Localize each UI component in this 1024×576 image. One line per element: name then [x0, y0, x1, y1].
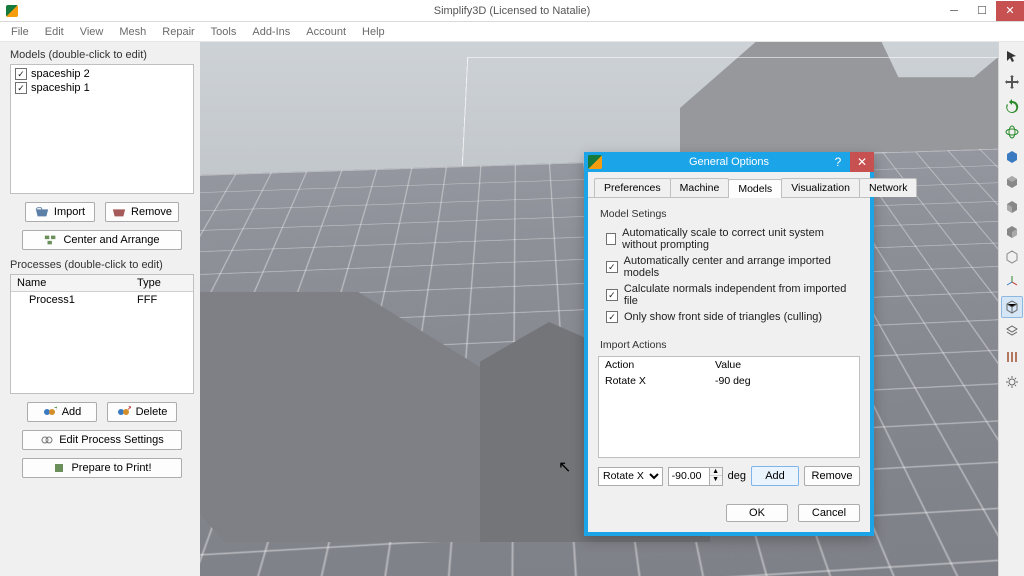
cancel-button[interactable]: Cancel: [798, 504, 860, 522]
unit-label: deg: [728, 470, 746, 482]
col-name[interactable]: Name: [11, 275, 131, 292]
view-cube-iso[interactable]: [1001, 246, 1023, 268]
import-icon: [35, 206, 49, 218]
support-tool[interactable]: [1001, 346, 1023, 368]
orbit-tool[interactable]: [1001, 121, 1023, 143]
gear-icon: [40, 434, 54, 446]
add-action-button[interactable]: Add: [751, 466, 799, 486]
axis-tool[interactable]: [1001, 271, 1023, 293]
opt-normals[interactable]: Calculate normals independent from impor…: [598, 281, 860, 309]
menu-tools[interactable]: Tools: [204, 24, 244, 40]
import-actions-group: Import Actions: [600, 339, 860, 351]
tab-network[interactable]: Network: [859, 178, 918, 197]
tab-machine[interactable]: Machine: [670, 178, 730, 197]
settings-tool[interactable]: [1001, 371, 1023, 393]
remove-icon: [112, 206, 126, 218]
spin-down-icon[interactable]: ▼: [710, 476, 722, 485]
models-list[interactable]: spaceship 2 spaceship 1: [10, 64, 194, 194]
col-action: Action: [599, 357, 709, 373]
dialog-title: General Options: [584, 156, 874, 168]
delete-icon: ×: [117, 406, 131, 418]
processes-heading: Processes (double-click to edit): [10, 259, 194, 271]
menu-view[interactable]: View: [73, 24, 111, 40]
action-select[interactable]: Rotate X: [598, 467, 663, 486]
menu-account[interactable]: Account: [299, 24, 353, 40]
model-item[interactable]: spaceship 2: [13, 67, 191, 81]
remove-button[interactable]: Remove: [105, 202, 179, 222]
checkbox-icon[interactable]: [15, 82, 27, 94]
left-sidebar: Models (double-click to edit) spaceship …: [0, 42, 200, 576]
tab-visualization[interactable]: Visualization: [781, 178, 860, 197]
menu-bar: File Edit View Mesh Repair Tools Add-Ins…: [0, 22, 1024, 42]
edit-process-button[interactable]: Edit Process Settings: [22, 430, 182, 450]
models-panel: Models (double-click to edit) spaceship …: [10, 48, 194, 250]
viewport-3d[interactable]: General Options ? ✕ Preferences Machine …: [200, 42, 998, 576]
import-actions-table[interactable]: Action Value Rotate X -90 deg: [598, 356, 860, 458]
menu-help[interactable]: Help: [355, 24, 392, 40]
processes-table[interactable]: Name Type Process1 FFF: [10, 274, 194, 394]
model-item[interactable]: spaceship 1: [13, 81, 191, 95]
import-button[interactable]: Import: [25, 202, 95, 222]
section-tool[interactable]: [1001, 321, 1023, 343]
checkbox-icon[interactable]: [606, 311, 618, 323]
model-settings-group: Model Setings: [600, 208, 860, 220]
spin-up-icon[interactable]: ▲: [710, 468, 722, 477]
tab-models[interactable]: Models: [728, 179, 782, 198]
view-cube-side[interactable]: [1001, 221, 1023, 243]
view-cube-top[interactable]: [1001, 196, 1023, 218]
select-tool[interactable]: [1001, 46, 1023, 68]
action-value-spinner[interactable]: ▲▼: [668, 467, 723, 486]
opt-autoscale[interactable]: Automatically scale to correct unit syst…: [598, 225, 860, 253]
col-type[interactable]: Type: [131, 275, 193, 292]
window-title: Simplify3D (Licensed to Natalie): [0, 5, 1024, 17]
menu-edit[interactable]: Edit: [38, 24, 71, 40]
models-heading: Models (double-click to edit): [10, 49, 194, 61]
action-value-input[interactable]: [668, 467, 710, 486]
menu-addins[interactable]: Add-Ins: [245, 24, 297, 40]
general-options-dialog: General Options ? ✕ Preferences Machine …: [584, 152, 874, 536]
process-row[interactable]: Process1 FFF: [11, 292, 193, 309]
checkbox-icon[interactable]: [606, 233, 616, 245]
checkbox-icon[interactable]: [606, 261, 618, 273]
processes-panel: Processes (double-click to edit) Name Ty…: [10, 258, 194, 478]
opt-culling[interactable]: Only show front side of triangles (culli…: [598, 309, 860, 325]
minimize-button[interactable]: ─: [940, 1, 968, 21]
print-icon: [52, 462, 66, 474]
prepare-print-button[interactable]: Prepare to Print!: [22, 458, 182, 478]
remove-action-button[interactable]: Remove: [804, 466, 860, 486]
delete-process-button[interactable]: × Delete: [107, 402, 177, 422]
model-label: spaceship 2: [31, 68, 90, 80]
view-cube-front[interactable]: [1001, 171, 1023, 193]
dialog-titlebar[interactable]: General Options ? ✕: [584, 152, 874, 172]
model-label: spaceship 1: [31, 82, 90, 94]
wireframe-tool[interactable]: [1001, 296, 1023, 318]
menu-mesh[interactable]: Mesh: [112, 24, 153, 40]
opt-autocenter[interactable]: Automatically center and arrange importe…: [598, 253, 860, 281]
add-process-button[interactable]: + Add: [27, 402, 97, 422]
right-toolbar: [998, 42, 1024, 576]
rotate-view-tool[interactable]: [1001, 96, 1023, 118]
svg-text:+: +: [54, 406, 57, 414]
ok-button[interactable]: OK: [726, 504, 788, 522]
center-icon: [44, 234, 58, 246]
close-button[interactable]: ✕: [996, 1, 1024, 21]
title-bar: Simplify3D (Licensed to Natalie) ─ ☐ ✕: [0, 0, 1024, 22]
tab-preferences[interactable]: Preferences: [594, 178, 671, 197]
dialog-tabs: Preferences Machine Models Visualization…: [588, 172, 870, 198]
svg-text:×: ×: [127, 406, 131, 414]
import-action-row[interactable]: Rotate X -90 deg: [599, 373, 859, 389]
checkbox-icon[interactable]: [606, 289, 618, 301]
app-icon: [0, 5, 24, 17]
move-tool[interactable]: [1001, 71, 1023, 93]
center-arrange-button[interactable]: Center and Arrange: [22, 230, 182, 250]
add-icon: +: [43, 406, 57, 418]
maximize-button[interactable]: ☐: [968, 1, 996, 21]
menu-repair[interactable]: Repair: [155, 24, 201, 40]
menu-file[interactable]: File: [4, 24, 36, 40]
col-value: Value: [709, 357, 747, 373]
view-cube-blue[interactable]: [1001, 146, 1023, 168]
checkbox-icon[interactable]: [15, 68, 27, 80]
